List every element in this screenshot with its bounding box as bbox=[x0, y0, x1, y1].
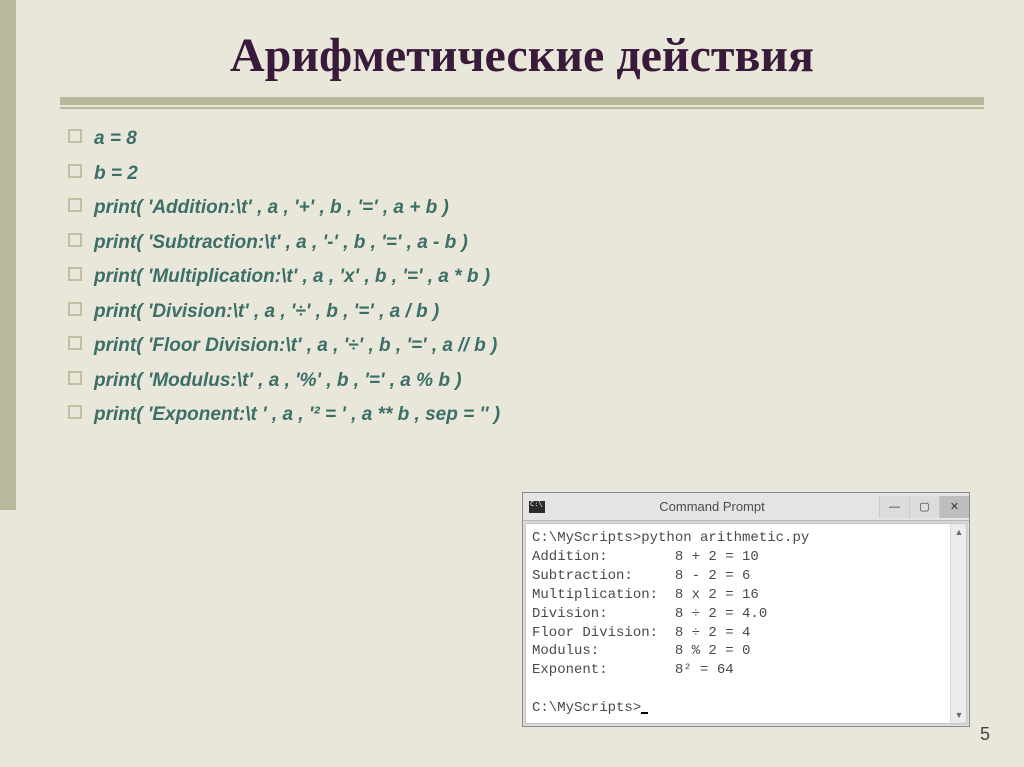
list-item: print( 'Floor Division:\t' , a , '÷' , b… bbox=[68, 332, 984, 361]
bullet-icon bbox=[68, 302, 82, 316]
list-item: print( 'Exponent:\t ' , a , '² = ' , a *… bbox=[68, 401, 984, 430]
list-item: print( 'Subtraction:\t' , a , '-' , b , … bbox=[68, 229, 984, 258]
bullet-icon bbox=[68, 164, 82, 178]
list-item: a = 8 bbox=[68, 125, 984, 154]
window-controls: — ▢ ✕ bbox=[879, 496, 969, 518]
slide-title: Арифметические действия bbox=[60, 28, 984, 83]
list-item: print( 'Modulus:\t' , a , '%' , b , '=' … bbox=[68, 367, 984, 396]
cmd-line: Addition: 8 + 2 = 10 bbox=[532, 549, 759, 565]
page-number: 5 bbox=[980, 724, 990, 745]
scroll-down-icon[interactable]: ▼ bbox=[953, 709, 965, 721]
close-button[interactable]: ✕ bbox=[939, 496, 969, 518]
bullet-icon bbox=[68, 371, 82, 385]
cmd-appicon-wrap bbox=[529, 501, 545, 513]
minimize-button[interactable]: — bbox=[879, 496, 909, 518]
cmd-output: C:\MyScripts>python arithmetic.py Additi… bbox=[532, 529, 948, 718]
bullet-icon bbox=[68, 405, 82, 419]
list-item: b = 2 bbox=[68, 160, 984, 189]
cmd-line: Subtraction: 8 - 2 = 6 bbox=[532, 568, 750, 584]
code-bullets: a = 8 b = 2 print( 'Addition:\t' , a , '… bbox=[68, 125, 984, 430]
cmd-line: Floor Division: 8 ÷ 2 = 4 bbox=[532, 625, 750, 641]
cmd-titlebar: Command Prompt — ▢ ✕ bbox=[523, 493, 969, 521]
cmd-line: Division: 8 ÷ 2 = 4.0 bbox=[532, 606, 767, 622]
cmd-line: C:\MyScripts>python arithmetic.py bbox=[532, 530, 809, 546]
bullet-text: print( 'Division:\t' , a , '÷' , b , '='… bbox=[94, 298, 439, 327]
slide: Арифметические действия a = 8 b = 2 prin… bbox=[0, 0, 1024, 767]
bullet-icon bbox=[68, 198, 82, 212]
cmd-title: Command Prompt bbox=[545, 499, 879, 514]
cmd-line: Modulus: 8 % 2 = 0 bbox=[532, 643, 750, 659]
bullet-text: print( 'Floor Division:\t' , a , '÷' , b… bbox=[94, 332, 497, 361]
cmd-line: Multiplication: 8 x 2 = 16 bbox=[532, 587, 759, 603]
bullet-text: print( 'Addition:\t' , a , '+' , b , '='… bbox=[94, 194, 449, 223]
title-divider bbox=[60, 97, 984, 109]
command-prompt-window: Command Prompt — ▢ ✕ C:\MyScripts>python… bbox=[522, 492, 970, 727]
bullet-text: print( 'Multiplication:\t' , a , 'x' , b… bbox=[94, 263, 490, 292]
cmd-line: Exponent: 8² = 64 bbox=[532, 662, 734, 678]
bullet-text: print( 'Modulus:\t' , a , '%' , b , '=' … bbox=[94, 367, 462, 396]
bullet-icon bbox=[68, 267, 82, 281]
cmd-scrollbar[interactable]: ▲ ▼ bbox=[950, 524, 966, 723]
list-item: print( 'Division:\t' , a , '÷' , b , '='… bbox=[68, 298, 984, 327]
bullet-icon bbox=[68, 233, 82, 247]
maximize-button[interactable]: ▢ bbox=[909, 496, 939, 518]
cursor-icon bbox=[641, 712, 648, 714]
list-item: print( 'Multiplication:\t' , a , 'x' , b… bbox=[68, 263, 984, 292]
scroll-up-icon[interactable]: ▲ bbox=[953, 526, 965, 538]
bullet-icon bbox=[68, 336, 82, 350]
cmd-line: C:\MyScripts> bbox=[532, 700, 641, 716]
bullet-text: a = 8 bbox=[94, 125, 137, 154]
bullet-text: print( 'Exponent:\t ' , a , '² = ' , a *… bbox=[94, 401, 500, 430]
list-item: print( 'Addition:\t' , a , '+' , b , '='… bbox=[68, 194, 984, 223]
bullet-text: b = 2 bbox=[94, 160, 138, 189]
bullet-icon bbox=[68, 129, 82, 143]
cmd-icon bbox=[529, 501, 545, 513]
bullet-text: print( 'Subtraction:\t' , a , '-' , b , … bbox=[94, 229, 468, 258]
cmd-body: C:\MyScripts>python arithmetic.py Additi… bbox=[525, 523, 967, 724]
